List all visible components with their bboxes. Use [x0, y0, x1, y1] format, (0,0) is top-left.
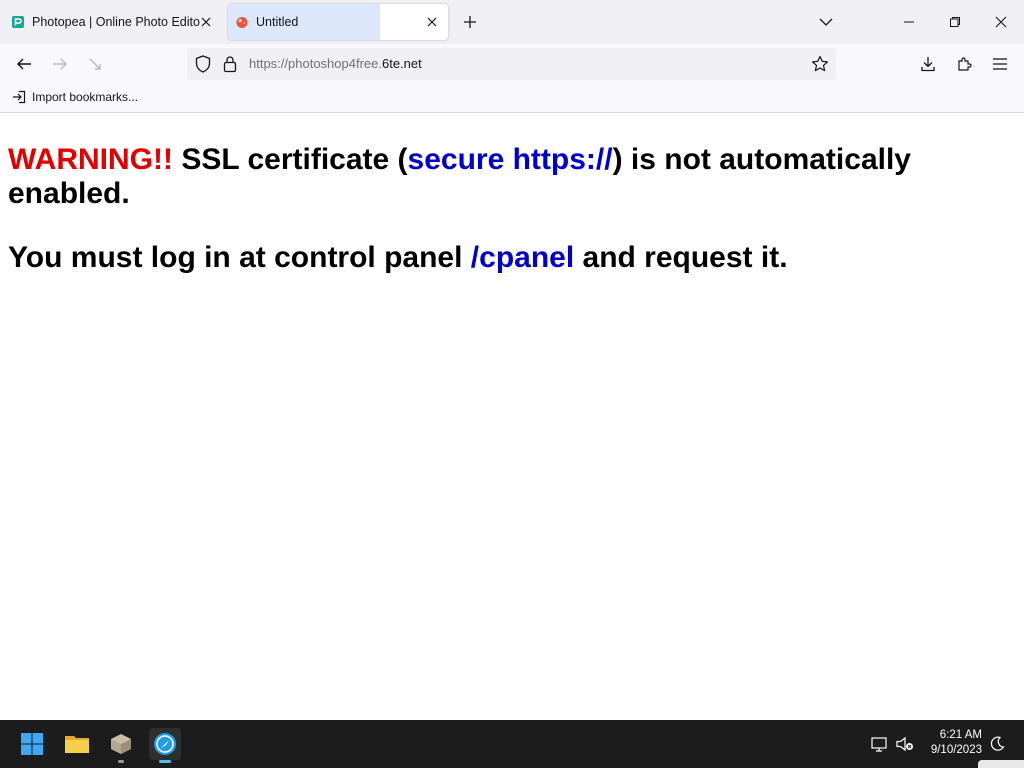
bookmark-star-icon[interactable]	[811, 55, 829, 78]
forward-button[interactable]	[50, 54, 70, 74]
volume-muted-icon[interactable]	[895, 734, 915, 754]
extensions-button[interactable]	[954, 54, 974, 74]
list-all-tabs-button[interactable]	[816, 12, 836, 32]
cpanel-instruction-message: You must log in at control panel /cpanel…	[8, 241, 1008, 275]
restore-button[interactable]	[943, 10, 967, 34]
close-tab-icon[interactable]	[198, 14, 214, 30]
chevron-down-icon	[819, 18, 833, 26]
navigation-toolbar: https://photoshop4free.6te.net	[0, 44, 1024, 84]
browser-app-icon	[154, 733, 176, 755]
reload-button[interactable]	[86, 54, 106, 74]
forward-arrow-icon	[53, 58, 67, 70]
url-domain: 6te.net	[381, 56, 422, 71]
restore-icon	[950, 17, 960, 27]
red-blob-icon	[236, 16, 248, 28]
start-icon	[21, 733, 43, 755]
package-app-icon	[111, 734, 131, 754]
start-button[interactable]	[16, 728, 48, 760]
focus-moon-icon[interactable]	[987, 734, 1007, 754]
url-text[interactable]: https://photoshop4free.6te.net	[249, 56, 422, 71]
photopea-icon	[12, 16, 24, 28]
tracking-protection-icon[interactable]	[195, 55, 211, 78]
secure-https-text: secure https://	[407, 143, 613, 176]
address-bar[interactable]: https://photoshop4free.6te.net	[187, 48, 836, 80]
stop-reload-icon	[89, 58, 101, 70]
url-prefix: https://photoshop4free.	[249, 56, 382, 71]
taskbar: 6:21 AM 9/10/2023	[0, 720, 1024, 768]
notification-corner[interactable]	[978, 760, 1024, 768]
close-icon	[995, 16, 1007, 28]
package-app-button[interactable]	[105, 728, 137, 763]
puzzle-piece-icon	[958, 57, 972, 71]
instruction-text-a: You must log in at control panel	[8, 241, 471, 274]
cpanel-text: /cpanel	[470, 241, 575, 274]
back-button[interactable]	[14, 54, 34, 74]
close-tab-icon[interactable]	[424, 14, 440, 30]
active-indicator	[159, 760, 171, 763]
menu-button[interactable]	[990, 54, 1010, 74]
system-clock[interactable]: 6:21 AM 9/10/2023	[920, 728, 982, 758]
page-content: WARNING!! SSL certificate (secure https:…	[0, 113, 1024, 720]
import-bookmarks-item[interactable]: Import bookmarks...	[12, 90, 138, 104]
tab-strip: Photopea | Online Photo Editor Untitled	[0, 0, 1024, 44]
tab-title: Photopea | Online Photo Editor	[32, 15, 200, 29]
running-indicator	[118, 760, 124, 763]
tab-title: Untitled	[256, 15, 299, 29]
minimize-button[interactable]	[897, 10, 921, 34]
warning-label: WARNING!!	[8, 143, 173, 176]
close-window-button[interactable]	[989, 10, 1013, 34]
download-icon	[921, 57, 935, 72]
import-bookmarks-label: Import bookmarks...	[32, 90, 139, 104]
lock-icon[interactable]	[223, 55, 237, 78]
warning-text-a: SSL certificate (	[172, 143, 408, 176]
instruction-text-b: and request it.	[574, 241, 788, 274]
file-explorer-button[interactable]	[61, 728, 93, 760]
file-explorer-icon	[65, 736, 89, 753]
network-icon[interactable]	[870, 734, 890, 754]
tab-selection-highlight	[228, 4, 380, 40]
new-tab-button[interactable]	[460, 12, 480, 32]
plus-icon	[464, 16, 476, 28]
back-arrow-icon	[17, 58, 31, 70]
ssl-warning-message: WARNING!! SSL certificate (secure https:…	[8, 143, 1008, 211]
hamburger-menu-icon	[993, 58, 1007, 70]
tab-photopea[interactable]: Photopea | Online Photo Editor	[4, 4, 222, 40]
downloads-button[interactable]	[918, 54, 938, 74]
tab-untitled[interactable]: Untitled	[228, 4, 448, 40]
clock-time: 6:21 AM	[939, 729, 982, 741]
bookmarks-toolbar: Import bookmarks...	[0, 84, 1024, 113]
minimize-icon	[904, 21, 914, 23]
browser-app-button[interactable]	[149, 728, 181, 763]
import-icon	[13, 90, 26, 104]
clock-date: 9/10/2023	[930, 744, 982, 756]
